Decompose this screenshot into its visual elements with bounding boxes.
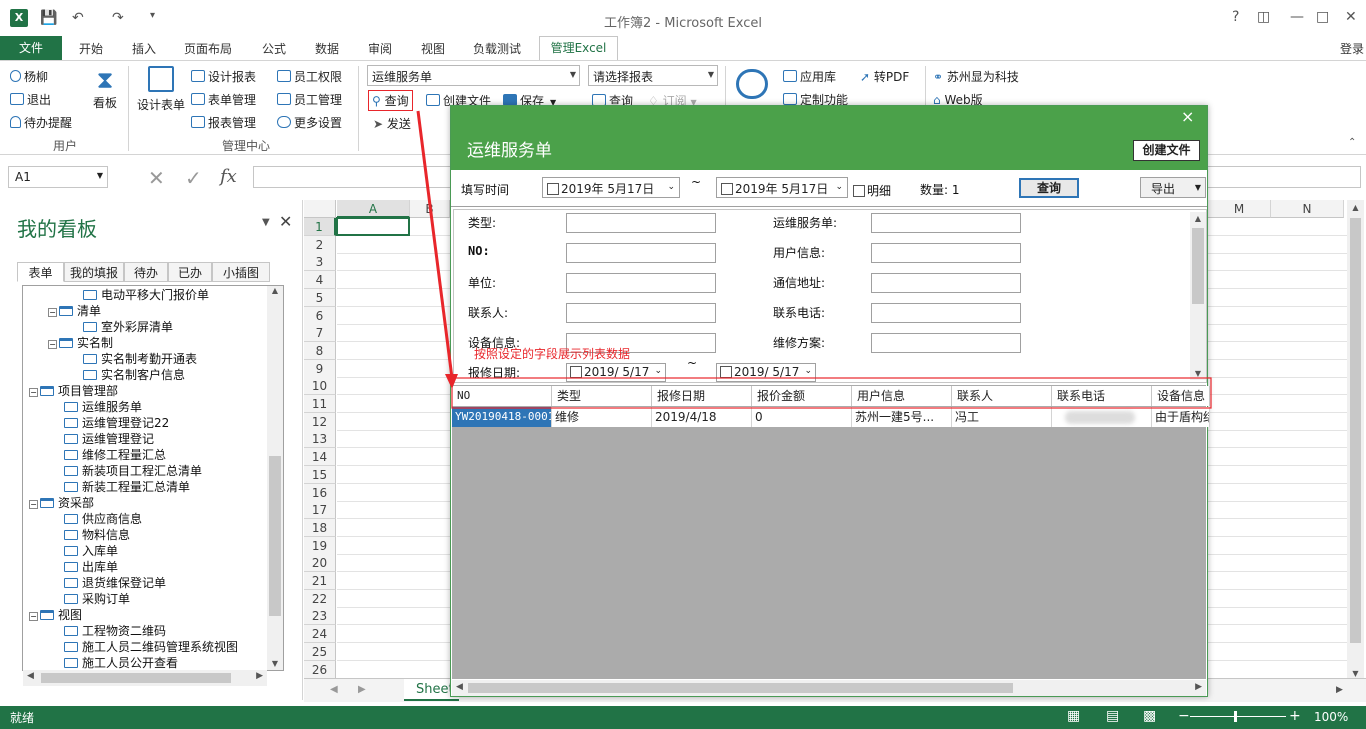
annotation-arrowhead: [445, 374, 458, 389]
annotation-overlay: [416, 110, 1212, 409]
header-highlight-box: [451, 377, 1212, 409]
annotation-arrow-line: [416, 110, 454, 379]
